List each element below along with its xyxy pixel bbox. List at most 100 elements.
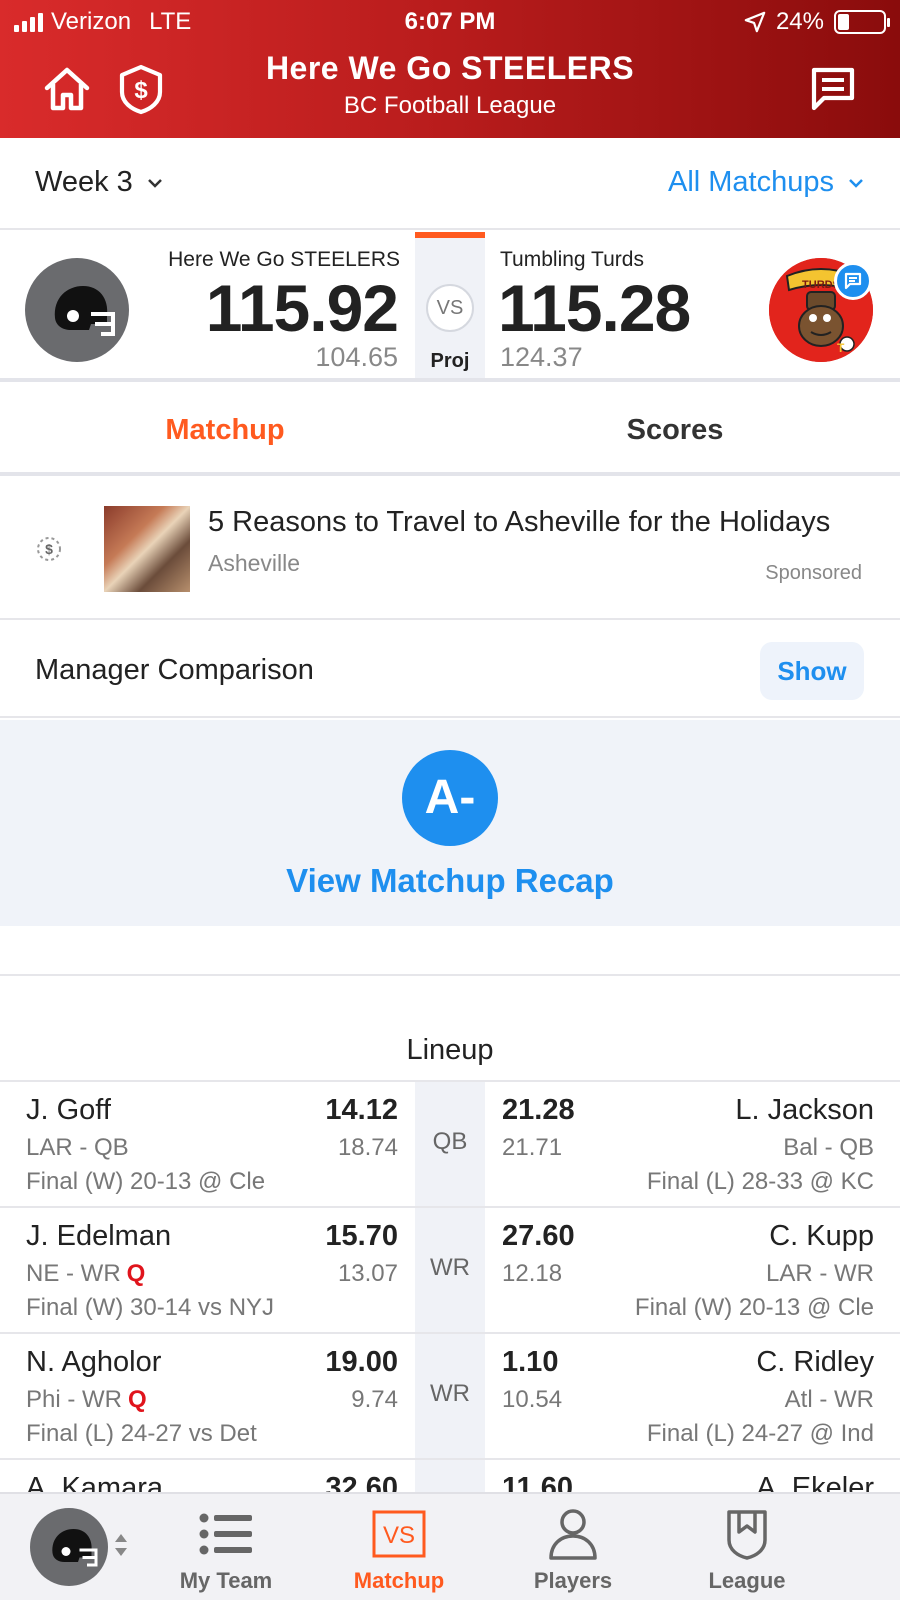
player-points-right: 1.10 bbox=[502, 1346, 559, 1378]
player-name-right[interactable]: C. Ridley bbox=[756, 1346, 874, 1379]
team-name-left: Here We Go STEELERS bbox=[168, 248, 400, 271]
manager-comparison-title: Manager Comparison bbox=[35, 654, 314, 686]
ad-sponsored-label: Sponsored bbox=[765, 562, 862, 584]
sort-updown-icon[interactable] bbox=[112, 1530, 130, 1560]
svg-text:T: T bbox=[837, 341, 845, 355]
tab-matchup[interactable]: Matchup bbox=[0, 414, 450, 447]
matchup-tabs: Matchup Scores bbox=[0, 384, 900, 476]
proj-label: Proj bbox=[430, 350, 470, 372]
battery-icon bbox=[834, 10, 890, 34]
player-projected-left: 18.74 bbox=[337, 1134, 398, 1161]
chevron-down-icon bbox=[147, 178, 162, 188]
lineup-row[interactable]: WR N. Agholor 19.00 Phi - WR Q 9.74 Final… bbox=[0, 1334, 900, 1460]
manager-comparison: Manager Comparison Show bbox=[0, 622, 900, 718]
player-projected-right: 21.71 bbox=[502, 1134, 563, 1161]
matchups-label: All Matchups bbox=[667, 166, 834, 198]
sponsored-ad[interactable]: $ 5 Reasons to Travel to Asheville for t… bbox=[0, 478, 900, 620]
player-team-right: Atl - WR bbox=[784, 1386, 874, 1413]
player-name-left[interactable]: J. Goff bbox=[26, 1094, 111, 1127]
person-icon bbox=[549, 1509, 597, 1560]
player-team-left: NE - WR Q bbox=[26, 1260, 145, 1288]
game-result-right: Final (W) 20-13 @ Cle bbox=[634, 1294, 874, 1321]
player-team-left: LAR - QB bbox=[26, 1134, 135, 1162]
scoreboard: Here We Go STEELERS 115.92 104.65 VS Pro… bbox=[0, 232, 900, 382]
game-result-right: Final (L) 24-27 @ Ind bbox=[646, 1420, 874, 1447]
game-result-right: Final (L) 28-33 @ KC bbox=[646, 1168, 874, 1195]
player-team-right: LAR - WR bbox=[766, 1260, 874, 1287]
player-projected-left: 13.07 bbox=[337, 1260, 398, 1287]
week-filter-row: Week 3 All Matchups bbox=[0, 138, 900, 230]
ad-title: 5 Reasons to Travel to Asheville for the… bbox=[208, 506, 831, 538]
list-icon bbox=[199, 1513, 252, 1555]
nav-label: Players bbox=[533, 1568, 613, 1593]
projected-right: 124.37 bbox=[500, 342, 583, 372]
nav-label: Matchup bbox=[353, 1568, 445, 1593]
team-switcher-avatar[interactable] bbox=[30, 1508, 108, 1586]
team-chat-badge[interactable] bbox=[834, 262, 872, 300]
battery-percent: 24% bbox=[775, 8, 824, 35]
nav-matchup[interactable]: VS Matchup bbox=[334, 1506, 464, 1594]
score-right: 115.28 bbox=[498, 271, 691, 345]
game-result-left: Final (W) 20-13 @ Cle bbox=[26, 1168, 266, 1195]
player-points-right: 21.28 bbox=[502, 1094, 575, 1126]
league-name: BC Football League bbox=[343, 92, 557, 119]
shield-icon bbox=[727, 1510, 767, 1560]
lineup-title: Lineup bbox=[406, 1034, 494, 1066]
team-pos-text: LAR - QB bbox=[26, 1134, 129, 1161]
nav-my-team[interactable]: My Team bbox=[161, 1506, 291, 1594]
player-team-left: Phi - WR Q bbox=[26, 1386, 147, 1414]
nav-players[interactable]: Players bbox=[508, 1506, 638, 1594]
message-icon bbox=[844, 272, 862, 290]
player-projected-right: 10.54 bbox=[502, 1386, 563, 1413]
vs-badge: VS bbox=[426, 284, 474, 332]
score-left: 115.92 bbox=[205, 271, 399, 345]
vs-icon-text: VS bbox=[383, 1522, 415, 1549]
vs-column: VS Proj bbox=[415, 232, 485, 378]
player-points-left: 15.70 bbox=[325, 1220, 398, 1252]
team-pos-text: NE - WR bbox=[26, 1260, 121, 1287]
player-name-right[interactable]: L. Jackson bbox=[735, 1094, 874, 1127]
show-button[interactable]: Show bbox=[760, 642, 864, 700]
status-bar: Verizon LTE 6:07 PM 24% bbox=[0, 0, 900, 44]
chat-icon[interactable] bbox=[806, 62, 860, 116]
week-label: Week 3 bbox=[35, 166, 133, 198]
player-points-left: 19.00 bbox=[325, 1346, 398, 1378]
vs-icon: VS bbox=[372, 1510, 426, 1558]
game-result-left: Final (L) 24-27 vs Det bbox=[26, 1420, 257, 1447]
lineup-row[interactable]: WR J. Edelman 15.70 NE - WR Q 13.07 Final… bbox=[0, 1208, 900, 1334]
position-label: QB bbox=[432, 1128, 468, 1155]
football-helmet-icon bbox=[52, 1529, 98, 1567]
player-name-right[interactable]: C. Kupp bbox=[769, 1220, 874, 1253]
projected-left: 104.65 bbox=[315, 342, 398, 372]
player-points-right: 27.60 bbox=[502, 1220, 575, 1252]
nav-label: League bbox=[708, 1568, 786, 1593]
matchup-recap: A- View Matchup Recap bbox=[0, 720, 900, 926]
view-recap-link[interactable]: View Matchup Recap bbox=[0, 862, 900, 900]
tab-scores[interactable]: Scores bbox=[450, 414, 900, 447]
player-projected-right: 12.18 bbox=[502, 1260, 563, 1287]
player-name-left[interactable]: J. Edelman bbox=[26, 1220, 171, 1253]
game-result-left: Final (W) 30-14 vs NYJ bbox=[26, 1294, 275, 1321]
questionable-tag: Q bbox=[126, 1260, 146, 1287]
questionable-tag: Q bbox=[128, 1386, 147, 1413]
player-points-left: 14.12 bbox=[325, 1094, 398, 1126]
player-projected-left: 9.74 bbox=[351, 1386, 398, 1413]
svg-text:$: $ bbox=[45, 541, 53, 557]
ad-thumbnail bbox=[104, 506, 190, 592]
app-header: Verizon LTE 6:07 PM 24% $ Here We Go STE… bbox=[0, 0, 900, 138]
league-team-title: Here We Go STEELERS bbox=[265, 50, 635, 86]
bottom-nav: My Team VS Matchup Players League bbox=[0, 1492, 900, 1600]
player-name-left[interactable]: N. Agholor bbox=[26, 1346, 161, 1379]
position-label: WR bbox=[430, 1254, 470, 1281]
matchups-selector[interactable]: All Matchups bbox=[668, 166, 864, 199]
week-selector[interactable]: Week 3 bbox=[35, 166, 163, 199]
lineup-row[interactable]: QB J. Goff 14.12 LAR - QB 18.74 Final (W… bbox=[0, 1082, 900, 1208]
football-helmet-icon bbox=[54, 286, 115, 336]
chevron-down-icon bbox=[849, 178, 863, 188]
grade-badge: A- bbox=[402, 750, 498, 846]
location-icon bbox=[744, 11, 766, 33]
dollar-sparkle-icon: $ bbox=[37, 537, 61, 561]
nav-league[interactable]: League bbox=[682, 1506, 812, 1594]
active-indicator bbox=[415, 232, 485, 238]
team-avatar-left[interactable] bbox=[25, 258, 129, 362]
